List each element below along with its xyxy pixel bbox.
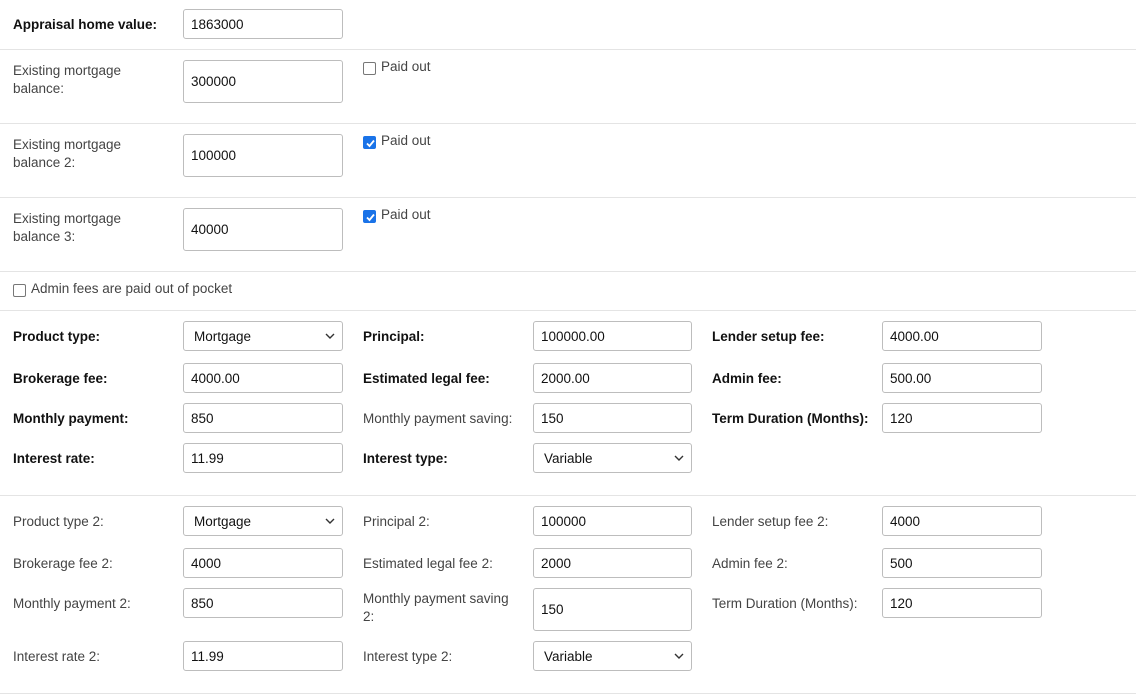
product-type-value: Mortgage <box>194 328 252 344</box>
monthly-payment-2-label: Monthly payment 2: <box>13 596 131 611</box>
divider <box>0 49 1136 50</box>
admin-pocket-label: Admin fees are paid out of pocket <box>31 281 233 296</box>
admin-fee-2-label: Admin fee 2: <box>712 556 788 571</box>
checkbox-unchecked-icon <box>13 284 26 297</box>
lender-fee-label: Lender setup fee: <box>712 329 825 344</box>
interest-type-2-label: Interest type 2: <box>363 649 453 664</box>
admin-fee-input[interactable] <box>882 363 1042 393</box>
admin-pocket-checkbox[interactable]: Admin fees are paid out of pocket <box>13 280 232 298</box>
brokerage-fee-input[interactable] <box>183 363 343 393</box>
payment-saving-input[interactable] <box>533 403 692 433</box>
mortgage-3-paid-checkbox[interactable]: Paid out <box>363 206 431 224</box>
interest-type-select[interactable]: Variable <box>533 443 692 473</box>
product-type-select[interactable]: Mortgage <box>183 321 343 351</box>
principal-input[interactable] <box>533 321 692 351</box>
paid-out-label: Paid out <box>381 133 431 148</box>
divider <box>0 693 1136 694</box>
mortgage-3-label: Existing mortgage balance 3: <box>13 211 122 244</box>
mortgage-3-input[interactable] <box>183 208 343 251</box>
product-type-label: Product type: <box>13 329 101 344</box>
legal-fee-2-label: Estimated legal fee 2: <box>363 556 493 571</box>
principal-2-input[interactable] <box>533 506 692 536</box>
divider <box>0 123 1136 124</box>
term-label: Term Duration (Months): <box>712 411 869 426</box>
product-type-2-select[interactable]: Mortgage <box>183 506 343 536</box>
interest-type-2-value: Variable <box>544 648 593 664</box>
payment-saving-2-input[interactable] <box>533 588 692 631</box>
checkbox-checked-icon <box>363 136 376 149</box>
brokerage-fee-label: Brokerage fee: <box>13 371 108 386</box>
payment-saving-2-label: Monthly payment saving 2: <box>363 591 509 624</box>
legal-fee-2-input[interactable] <box>533 548 692 578</box>
interest-rate-2-label: Interest rate 2: <box>13 649 101 664</box>
chevron-down-icon <box>674 653 684 659</box>
appraisal-label: Appraisal home value: <box>13 17 158 32</box>
product-type-2-value: Mortgage <box>194 513 252 529</box>
term-2-label: Term Duration (Months): <box>712 596 858 611</box>
mortgage-2-paid-checkbox[interactable]: Paid out <box>363 132 431 150</box>
payment-saving-label: Monthly payment saving: <box>363 411 513 426</box>
divider <box>0 495 1136 496</box>
divider <box>0 271 1136 272</box>
mortgage-1-label: Existing mortgage balance: <box>13 63 122 96</box>
admin-fee-2-input[interactable] <box>882 548 1042 578</box>
product-type-2-label: Product type 2: <box>13 514 104 529</box>
legal-fee-label: Estimated legal fee: <box>363 371 490 386</box>
monthly-payment-label: Monthly payment: <box>13 411 129 426</box>
paid-out-label: Paid out <box>381 207 431 222</box>
mortgage-2-label: Existing mortgage balance 2: <box>13 137 122 170</box>
divider <box>0 197 1136 198</box>
interest-rate-input[interactable] <box>183 443 343 473</box>
principal-2-label: Principal 2: <box>363 514 430 529</box>
lender-fee-2-input[interactable] <box>882 506 1042 536</box>
chevron-down-icon <box>325 518 335 524</box>
paid-out-label: Paid out <box>381 59 431 74</box>
appraisal-input[interactable] <box>183 9 343 39</box>
interest-type-label: Interest type: <box>363 451 448 466</box>
chevron-down-icon <box>325 333 335 339</box>
mortgage-2-input[interactable] <box>183 134 343 177</box>
mortgage-1-input[interactable] <box>183 60 343 103</box>
brokerage-fee-2-label: Brokerage fee 2: <box>13 556 113 571</box>
legal-fee-input[interactable] <box>533 363 692 393</box>
interest-type-2-select[interactable]: Variable <box>533 641 692 671</box>
monthly-payment-2-input[interactable] <box>183 588 343 618</box>
brokerage-fee-2-input[interactable] <box>183 548 343 578</box>
term-2-input[interactable] <box>882 588 1042 618</box>
chevron-down-icon <box>674 455 684 461</box>
checkbox-unchecked-icon <box>363 62 376 75</box>
interest-rate-label: Interest rate: <box>13 451 95 466</box>
lender-fee-2-label: Lender setup fee 2: <box>712 514 829 529</box>
divider <box>0 310 1136 311</box>
checkbox-checked-icon <box>363 210 376 223</box>
admin-fee-label: Admin fee: <box>712 371 782 386</box>
term-input[interactable] <box>882 403 1042 433</box>
principal-label: Principal: <box>363 329 425 344</box>
lender-fee-input[interactable] <box>882 321 1042 351</box>
monthly-payment-input[interactable] <box>183 403 343 433</box>
mortgage-1-paid-checkbox[interactable]: Paid out <box>363 58 431 76</box>
interest-rate-2-input[interactable] <box>183 641 343 671</box>
interest-type-value: Variable <box>544 450 593 466</box>
